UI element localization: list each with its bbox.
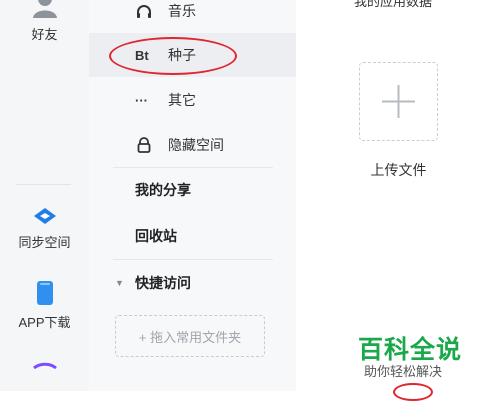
rail-separator bbox=[16, 184, 71, 185]
nav-label-music: 音乐 bbox=[168, 3, 196, 19]
rail-item-app-download[interactable]: APP下载 bbox=[0, 280, 89, 331]
nav-item-music[interactable]: 音乐 bbox=[89, 0, 296, 33]
upload-file-label: 上传文件 bbox=[370, 162, 427, 178]
upload-file-tile[interactable] bbox=[359, 62, 438, 141]
main-content: 我的应用数据 上传文件 百科全说 助你轻松解决 bbox=[296, 0, 482, 401]
highlight-oval-bottom bbox=[393, 383, 433, 401]
plus-icon bbox=[382, 85, 415, 118]
nav-item-my-share[interactable]: 我的分享 bbox=[89, 168, 296, 212]
nav-panel: 音乐 Bt 种子 ··· 其它 隐藏空间 我的分享 回收站 ▼ 快捷访问 + 拖… bbox=[89, 0, 296, 391]
left-rail: 好友 同步空间 APP下载 bbox=[0, 0, 90, 391]
lock-icon bbox=[137, 137, 151, 153]
drag-folder-dropzone[interactable]: + 拖入常用文件夹 bbox=[115, 315, 265, 357]
friends-icon bbox=[32, 0, 57, 18]
more-dots-icon: ··· bbox=[135, 92, 148, 108]
watermark-subtitle: 助你轻松解决 bbox=[364, 364, 443, 379]
phone-icon bbox=[36, 281, 53, 305]
nav-item-hidden-space[interactable]: 隐藏空间 bbox=[89, 123, 296, 167]
headphones-icon bbox=[137, 5, 151, 18]
nav-label-my-share: 我的分享 bbox=[135, 182, 191, 198]
brand-wave-icon bbox=[32, 362, 57, 370]
rail-item-sync-space[interactable]: 同步空间 bbox=[0, 207, 89, 251]
rail-item-friends[interactable]: 好友 bbox=[0, 0, 89, 43]
highlight-oval-torrent bbox=[109, 37, 237, 75]
nav-label-quick-access: 快捷访问 bbox=[135, 275, 191, 291]
nav-item-quick-access[interactable]: ▼ 快捷访问 bbox=[89, 261, 296, 305]
rail-label-friends: 好友 bbox=[31, 27, 58, 42]
rail-label-sync: 同步空间 bbox=[18, 235, 71, 250]
rail-label-app: APP下载 bbox=[18, 315, 71, 330]
nav-label-other: 其它 bbox=[168, 92, 196, 108]
nav-item-other[interactable]: ··· 其它 bbox=[89, 78, 296, 122]
nav-item-recycle-bin[interactable]: 回收站 bbox=[89, 214, 296, 258]
collapse-triangle-icon: ▼ bbox=[115, 278, 124, 288]
nav-divider-2 bbox=[113, 259, 273, 260]
app-data-label[interactable]: 我的应用数据 bbox=[354, 0, 432, 10]
rail-item-more[interactable] bbox=[0, 362, 89, 372]
nav-label-recycle: 回收站 bbox=[135, 228, 177, 244]
nav-label-hidden: 隐藏空间 bbox=[168, 137, 224, 153]
sync-space-icon bbox=[33, 208, 56, 224]
